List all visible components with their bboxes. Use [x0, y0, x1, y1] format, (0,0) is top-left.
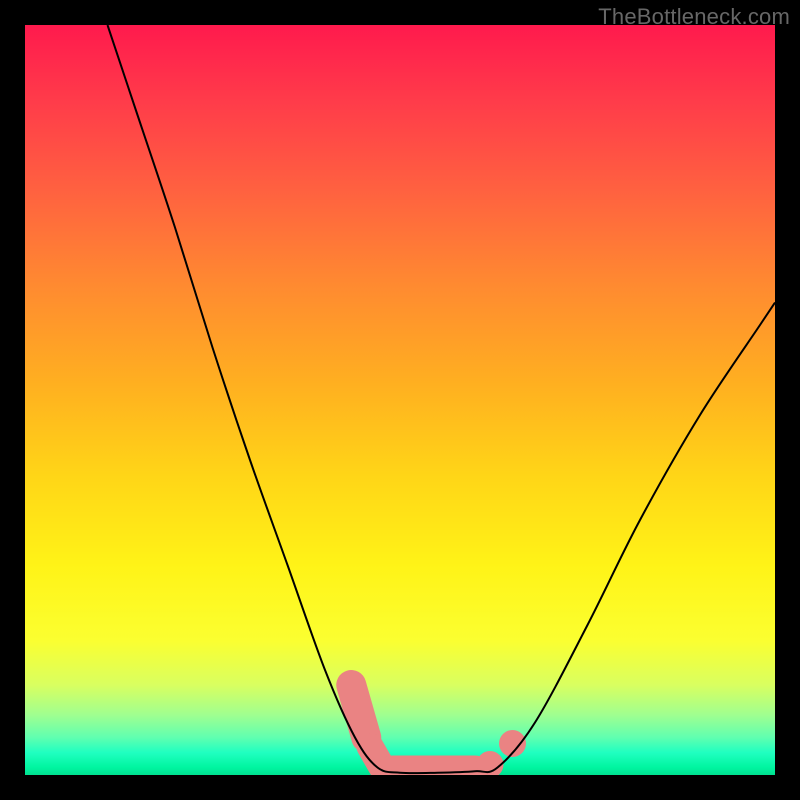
chart-frame: TheBottleneck.com	[0, 0, 800, 800]
marker-1	[351, 685, 366, 738]
plot-area	[25, 25, 775, 775]
marker-layer	[351, 685, 526, 775]
watermark-text: TheBottleneck.com	[598, 4, 790, 30]
bottleneck-curve	[108, 25, 776, 773]
line-layer	[108, 25, 776, 773]
chart-svg	[25, 25, 775, 775]
